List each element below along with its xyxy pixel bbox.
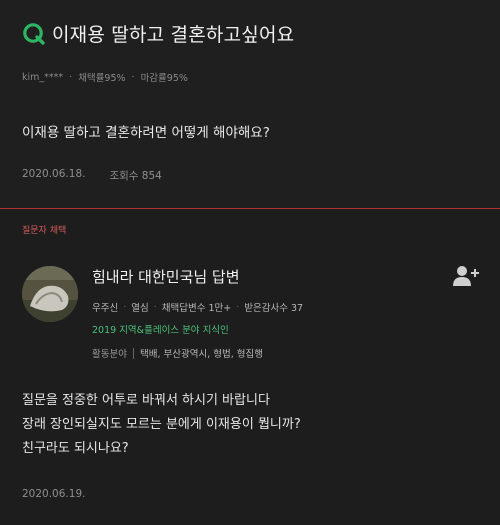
activity-area-label: 활동분야 xyxy=(92,349,127,360)
meta-separator: · xyxy=(69,71,73,83)
adopted-count: 채택답변수 1만+ xyxy=(161,303,232,314)
close-rate: 마감률95% xyxy=(140,73,188,84)
area-divider xyxy=(132,347,134,359)
question-date: 2020.06.18. xyxy=(22,168,86,180)
answer-section: 질문자 채택 힘내라 대한민국님 답변 우주신 · 열심 · 채택답변수 1만+… xyxy=(0,209,500,525)
stat-separator: · xyxy=(123,301,127,313)
answerer-rank: 우주신 xyxy=(92,303,119,314)
activity-area: 활동분야 택배, 부산광역시, 형법, 형집행 xyxy=(92,346,263,360)
answerer-status: 열심 xyxy=(131,303,149,314)
avatar[interactable] xyxy=(22,266,78,322)
answerer-stats: 우주신 · 열심 · 채택답변수 1만+ · 받은감사수 37 xyxy=(92,300,304,315)
meta-separator: · xyxy=(131,71,135,83)
question-section: 이재용 딸하고 결혼하고싶어요 kim_**** · 채택률95% · 마감률9… xyxy=(0,0,500,208)
question-views: 조회수 854 xyxy=(109,170,162,182)
answer-date: 2020.06.19. xyxy=(22,488,86,500)
answer-line: 친구라도 되시나요? xyxy=(22,441,129,456)
question-meta: kim_**** · 채택률95% · 마감률95% xyxy=(22,70,188,85)
add-user-icon[interactable] xyxy=(452,264,480,288)
stat-separator: · xyxy=(236,301,240,313)
answer-body: 질문을 정중한 어투로 바꿔서 하시기 바랍니다 장래 장인되실지도 모르는 분… xyxy=(22,389,301,461)
question-title: 이재용 딸하고 결혼하고싶어요 xyxy=(52,24,295,46)
activity-area-value: 택배, 부산광역시, 형법, 형집행 xyxy=(139,349,263,360)
stat-separator: · xyxy=(153,301,157,313)
chosen-badge: 질문자 채택 xyxy=(22,226,67,236)
answerer-name[interactable]: 힘내라 대한민국님 답변 xyxy=(92,266,240,287)
adopt-rate: 채택률95% xyxy=(78,73,126,84)
expert-badge: 2019 지역&플레이스 분야 지식인 xyxy=(92,325,229,336)
question-author[interactable]: kim_**** xyxy=(22,72,63,83)
answer-line: 질문을 정중한 어투로 바꿔서 하시기 바랍니다 xyxy=(22,393,270,408)
question-title-row: 이재용 딸하고 결혼하고싶어요 xyxy=(22,20,294,47)
question-body: 이재용 딸하고 결혼하려면 어떻게 해야해요? xyxy=(22,125,270,141)
q-icon xyxy=(23,22,45,45)
avatar-image xyxy=(22,266,78,322)
answer-line: 장래 장인되실지도 모르는 분에게 이재용이 뭡니까? xyxy=(22,417,301,432)
thanks-count: 받은감사수 37 xyxy=(244,303,304,314)
question-footer: 2020.06.18. 조회수 854 xyxy=(22,168,162,183)
